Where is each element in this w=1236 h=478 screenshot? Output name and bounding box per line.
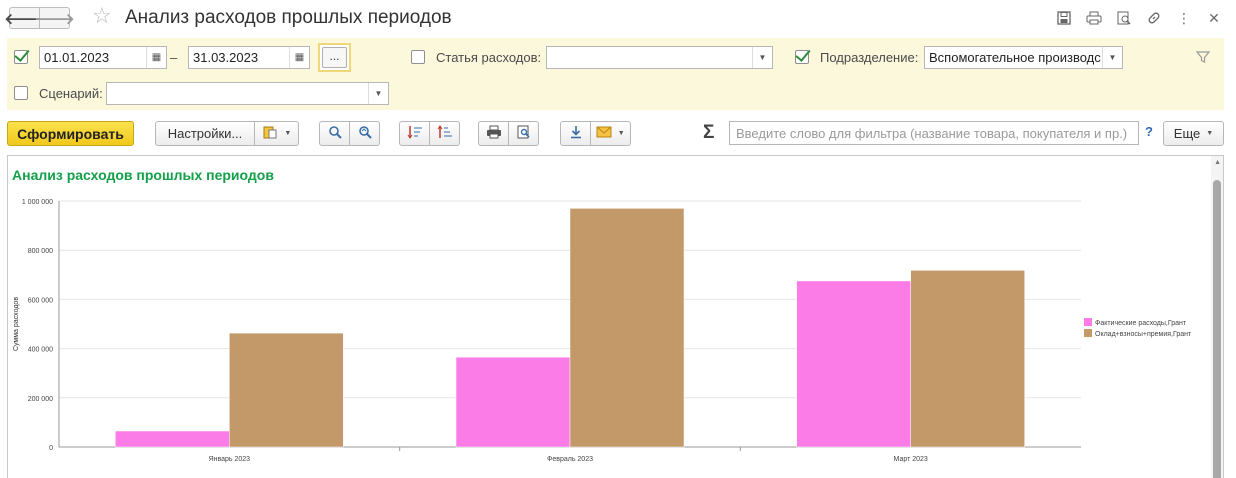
sort-desc-button[interactable]	[399, 121, 430, 146]
download-icon	[569, 125, 583, 142]
scenario-field[interactable]: ▼	[106, 82, 389, 105]
help-icon[interactable]: ?	[1145, 124, 1153, 139]
print-preview-button[interactable]	[508, 121, 539, 146]
bar	[910, 270, 1025, 448]
search-icon	[328, 125, 342, 142]
bar	[115, 430, 230, 448]
x-tick-label: Январь 2023	[209, 456, 251, 463]
window-actions: ⋮ ✕	[1054, 8, 1224, 28]
legend-label: Оклад+взносы+премия,Грант	[1095, 331, 1192, 338]
expense-chart: 0 200 000 400 000 600 000 800 000 1 000 000 Су…	[13, 199, 1192, 463]
scenario-checkbox[interactable]	[14, 86, 28, 100]
more-label: Еще	[1173, 126, 1201, 141]
variant-button[interactable]: ▼	[254, 121, 299, 146]
dropdown-icon[interactable]: ▼	[752, 47, 772, 68]
calendar-icon[interactable]: ▦	[289, 47, 309, 68]
save-icon[interactable]	[1054, 8, 1074, 28]
print-button[interactable]	[478, 121, 509, 146]
report-area[interactable]: Анализ расходов прошлых периодов 0 200 00…	[7, 155, 1224, 478]
date-to-value: 31.03.2023	[193, 50, 259, 65]
y-tick-label: 400 000	[28, 347, 53, 354]
favorite-star-icon[interactable]: ☆	[92, 5, 112, 27]
calendar-icon[interactable]: ▦	[146, 47, 166, 68]
page-title: Анализ расходов прошлых периодов	[125, 7, 452, 28]
scroll-up-icon[interactable]: ▲	[1214, 159, 1221, 166]
sigma-icon[interactable]: Σ	[703, 122, 714, 144]
chevron-down-icon: ▼	[284, 130, 292, 137]
forward-button[interactable]: 🡒	[34, 7, 75, 29]
legend-swatch	[1084, 329, 1092, 337]
sort-ascending-icon	[437, 125, 453, 142]
date-to-field[interactable]: 31.03.2023 ▦	[188, 46, 310, 69]
link-icon[interactable]	[1144, 8, 1164, 28]
sort-descending-icon	[407, 125, 423, 142]
search-input[interactable]: Введите слово для фильтра (название това…	[729, 121, 1139, 145]
y-tick-label: 0	[49, 445, 53, 452]
division-value: Вспомогательное производс	[929, 50, 1101, 65]
send-email-button[interactable]: ▼	[590, 121, 631, 146]
print-icon[interactable]	[1084, 8, 1104, 28]
vertical-scrollbar[interactable]: ▲	[1211, 156, 1223, 478]
chevron-down-icon: ▼	[617, 130, 625, 137]
more-button[interactable]: Еще ▼	[1163, 121, 1224, 146]
find-button[interactable]	[319, 121, 350, 146]
generate-button[interactable]: Сформировать	[7, 121, 134, 146]
y-tick-label: 200 000	[28, 396, 53, 403]
y-tick-label: 800 000	[28, 248, 53, 255]
legend-swatch	[1084, 318, 1092, 326]
date-from-field[interactable]: 01.01.2023 ▦	[39, 46, 167, 69]
download-button[interactable]	[560, 121, 591, 146]
printer-icon	[486, 125, 502, 142]
dropdown-icon[interactable]: ▼	[368, 83, 388, 104]
bar	[569, 208, 685, 448]
bar	[455, 356, 571, 448]
more-menu-icon[interactable]: ⋮	[1174, 8, 1194, 28]
filter-icon[interactable]	[1195, 50, 1211, 67]
clipboard-icon	[262, 124, 278, 143]
filter-panel: 01.01.2023 ▦ – 31.03.2023 ▦ ... Статья р…	[7, 38, 1224, 110]
scrollbar-thumb[interactable]	[1213, 180, 1221, 478]
division-checkbox[interactable]	[795, 50, 809, 64]
chevron-down-icon: ▼	[1206, 130, 1214, 137]
date-separator: –	[170, 50, 178, 65]
sort-asc-button[interactable]	[429, 121, 460, 146]
expense-field[interactable]: ▼	[546, 46, 773, 69]
print-preview-icon	[517, 125, 531, 142]
preview-icon[interactable]	[1114, 8, 1134, 28]
period-checkbox[interactable]	[14, 50, 28, 64]
envelope-icon	[596, 126, 612, 141]
search-refresh-icon	[358, 125, 372, 142]
legend-label: Фактические расходы,Грант	[1095, 320, 1187, 327]
arrow-right-icon: 🡒	[34, 10, 75, 28]
select-period-label: ...	[322, 47, 347, 68]
dropdown-icon[interactable]: ▼	[1102, 47, 1122, 68]
select-period-button[interactable]: ...	[318, 43, 351, 72]
division-label: Подразделение:	[820, 50, 919, 65]
bar	[229, 332, 344, 448]
date-from-value: 01.01.2023	[44, 50, 110, 65]
y-tick-label: 1 000 000	[22, 199, 53, 206]
find-next-button[interactable]	[349, 121, 380, 146]
y-axis-label: Сумма расходов	[13, 297, 20, 351]
expense-label: Статья расходов:	[436, 50, 542, 65]
y-tick-label: 600 000	[28, 297, 53, 304]
x-tick-label: Февраль 2023	[547, 456, 593, 463]
scenario-label: Сценарий:	[39, 86, 103, 101]
close-icon[interactable]: ✕	[1204, 8, 1224, 28]
x-tick-label: Март 2023	[894, 456, 928, 463]
expense-checkbox[interactable]	[411, 50, 425, 64]
settings-button[interactable]: Настройки...	[155, 121, 255, 146]
bar	[796, 280, 911, 448]
title-bar: 🡐 🡒 ☆ Анализ расходов прошлых периодов ⋮…	[0, 0, 1236, 36]
division-field[interactable]: Вспомогательное производс ▼	[924, 46, 1123, 69]
